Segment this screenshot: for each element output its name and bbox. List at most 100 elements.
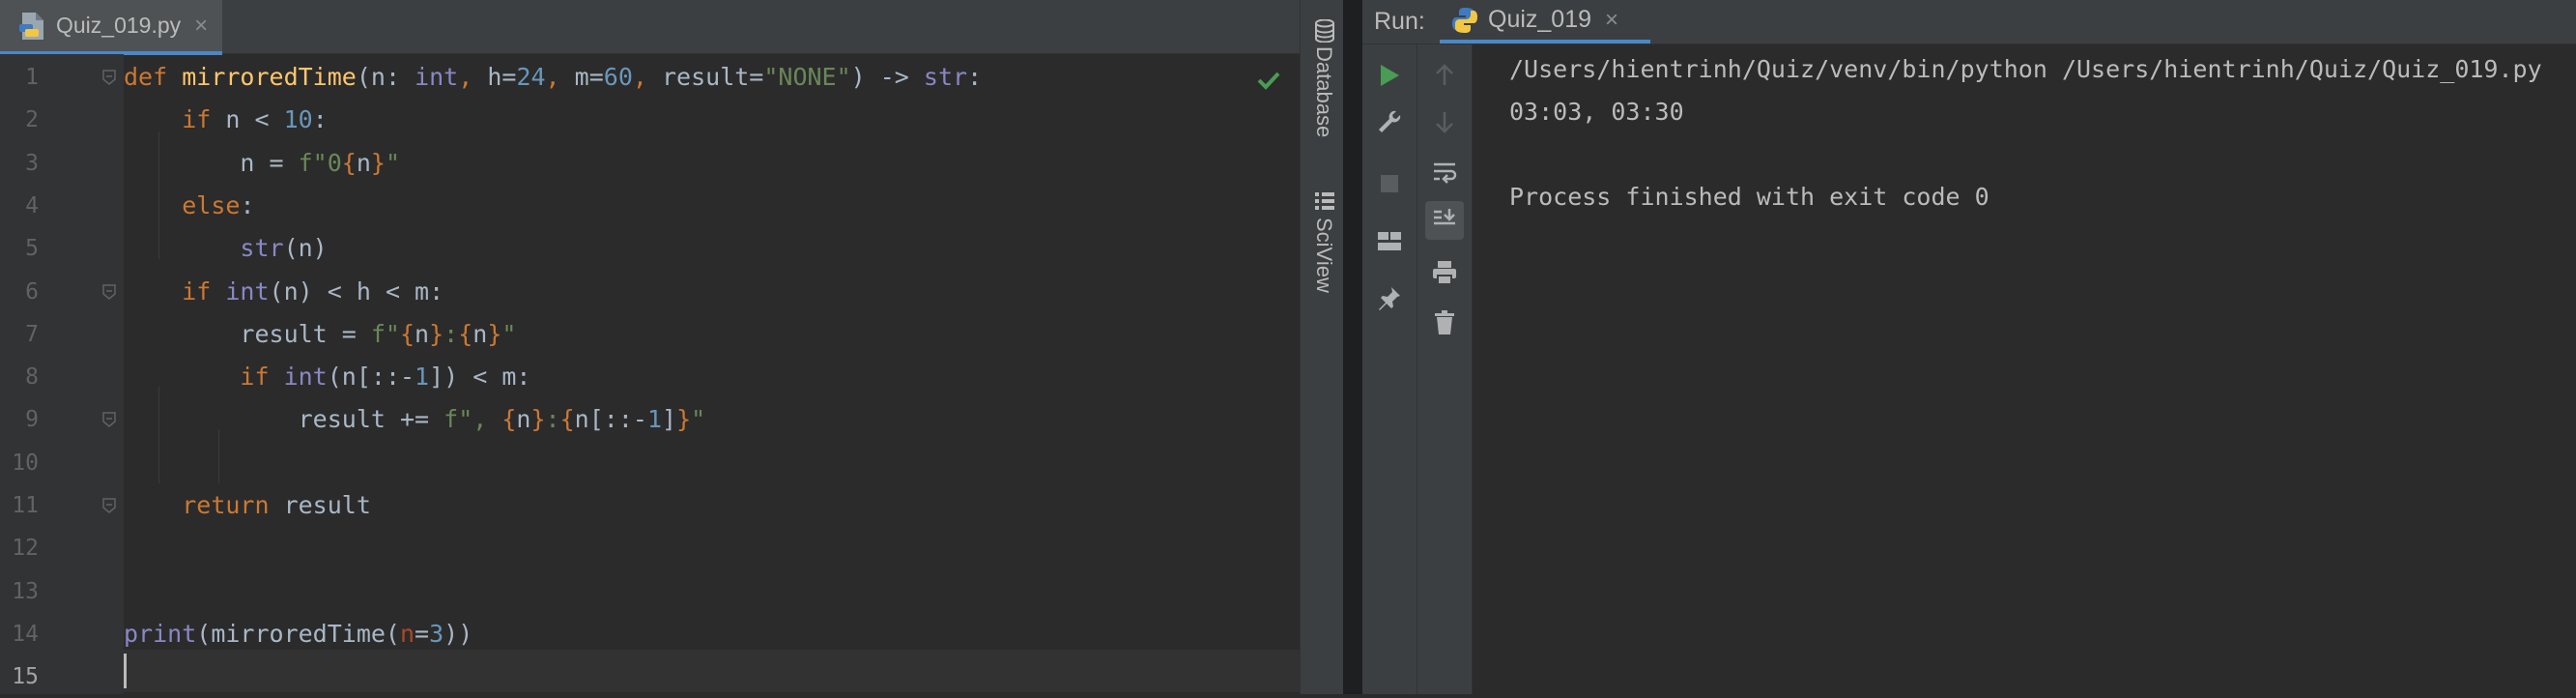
scroll-to-end-icon <box>1432 207 1457 234</box>
run-label: Run: <box>1374 8 1425 35</box>
code-token: f", <box>444 405 502 434</box>
line-number: 12 <box>12 536 39 562</box>
code-token: )) <box>444 619 473 648</box>
database-tab-label: Database <box>1312 46 1336 138</box>
code-token: print <box>124 619 197 648</box>
play-icon <box>1378 63 1401 92</box>
fold-marker-icon[interactable] <box>102 412 116 428</box>
python-file-icon <box>19 12 46 41</box>
line-number-gutter: 1 2 3 4 5 6 7 8 9 10 11 12 13 14 15 <box>0 54 124 694</box>
code-line: result = f"{n}:{n}" <box>124 313 516 356</box>
code-token: h= <box>487 63 517 91</box>
line-number: 13 <box>12 578 39 604</box>
code-line: else: <box>124 185 255 227</box>
fold-marker-icon[interactable] <box>102 70 116 85</box>
edit-configuration-button[interactable] <box>1370 104 1409 143</box>
code-token: } <box>530 405 546 434</box>
code-token: (n[::- <box>327 363 415 392</box>
code-token: (n: <box>356 63 415 91</box>
layout-icon <box>1377 231 1402 256</box>
scroll-to-end-button[interactable] <box>1425 201 1464 240</box>
scroll-up-button[interactable] <box>1425 58 1464 97</box>
code-token: result += <box>124 405 444 434</box>
pin-icon <box>1377 285 1402 314</box>
code-area[interactable]: def mirroredTime(n: int, h=24, m=60, res… <box>124 54 1300 694</box>
soft-wrap-button[interactable] <box>1425 155 1464 193</box>
code-token: n <box>356 148 371 177</box>
code-token: { <box>341 148 357 177</box>
fold-marker-icon[interactable] <box>102 283 116 300</box>
line-number: 7 <box>25 321 39 347</box>
line-number: 10 <box>12 450 39 476</box>
line-number: 11 <box>12 493 39 518</box>
code-line: if int(n) < h < m: <box>124 271 444 313</box>
code-token: str <box>240 234 284 263</box>
line-number: 5 <box>25 236 39 262</box>
print-button[interactable] <box>1425 255 1464 294</box>
code-token: : <box>444 319 459 348</box>
fold-marker-icon[interactable] <box>102 498 116 513</box>
sciview-tab[interactable]: SciView <box>1303 189 1342 334</box>
file-tab-label: Quiz_019.py <box>56 13 182 38</box>
code-token: ]) < m: <box>429 363 531 392</box>
code-token: : <box>240 190 255 219</box>
code-token: int <box>225 276 270 305</box>
database-icon <box>1314 18 1335 48</box>
code-line: print(mirroredTime(n=3)) <box>124 613 472 655</box>
code-token: " <box>501 319 517 348</box>
pin-tab-button[interactable] <box>1370 280 1409 319</box>
restore-layout-button[interactable] <box>1370 224 1409 263</box>
line-number: 6 <box>25 278 39 305</box>
code-token: 60 <box>603 63 633 91</box>
code-token: { <box>399 319 415 348</box>
run-toolbar-primary <box>1362 44 1417 694</box>
line-number: 9 <box>25 407 39 433</box>
code-line: str(n) <box>124 227 327 270</box>
code-token: n = <box>124 148 299 177</box>
line-number: 3 <box>25 150 39 176</box>
database-tab[interactable]: Database <box>1303 17 1342 162</box>
soft-wrap-icon <box>1432 160 1457 188</box>
scroll-down-button[interactable] <box>1425 104 1464 143</box>
code-token: , <box>458 63 488 91</box>
code-token: f" <box>370 319 400 348</box>
line-number: 1 <box>25 65 39 90</box>
code-token: int <box>415 63 459 91</box>
code-token: if <box>182 105 226 134</box>
clear-all-button[interactable] <box>1425 305 1464 344</box>
code-token: if <box>182 276 226 305</box>
code-token: { <box>458 319 473 348</box>
code-line: if int(n[::-1]) < m: <box>124 356 530 398</box>
code-token: 10 <box>283 105 313 134</box>
right-tool-strip: Database SciView <box>1300 0 1344 694</box>
code-token: ] <box>662 405 677 434</box>
close-icon[interactable]: × <box>194 13 208 40</box>
code-token: { <box>501 405 517 434</box>
sciview-icon <box>1314 190 1335 218</box>
run-tab-quiz-019[interactable]: Quiz_019 × <box>1440 0 1650 44</box>
code-token: n <box>472 319 488 348</box>
close-icon[interactable]: × <box>1605 7 1618 34</box>
code-token: , <box>545 63 575 91</box>
code-token: 24 <box>516 63 546 91</box>
code-line: return result <box>124 484 371 527</box>
code-token: def <box>124 63 183 91</box>
console-output[interactable]: /Users/hientrinh/Quiz/venv/bin/python /U… <box>1498 44 2570 694</box>
code-token: 3 <box>429 619 444 648</box>
rerun-button[interactable] <box>1370 58 1409 97</box>
file-tab-quiz-019[interactable]: Quiz_019.py × <box>0 0 222 55</box>
check-icon[interactable] <box>1256 68 1281 93</box>
python-icon <box>1451 7 1478 34</box>
run-toolbar-secondary <box>1417 44 1473 694</box>
code-token: str <box>923 63 968 91</box>
sciview-tab-label: SciView <box>1312 218 1336 293</box>
code-token: "NONE" <box>763 63 851 91</box>
code-token: else <box>182 190 241 219</box>
stop-button[interactable] <box>1370 166 1409 205</box>
